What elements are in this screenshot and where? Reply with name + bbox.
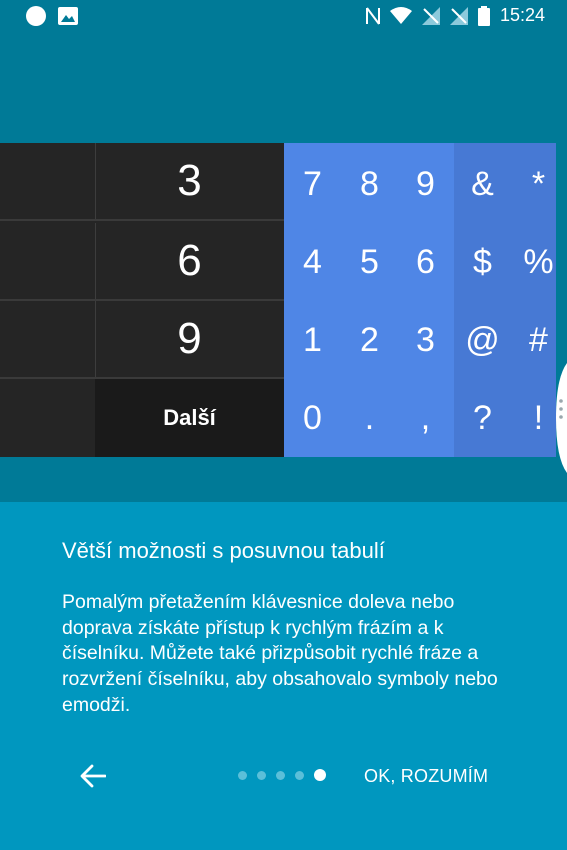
dark-key-blank [0, 379, 95, 457]
back-button[interactable] [76, 760, 110, 792]
keypad-key: , [420, 398, 431, 437]
keypad-key: 2 [360, 320, 379, 359]
circle-notification-icon [26, 6, 46, 26]
status-left [26, 6, 78, 26]
dark-key-row: 3 [0, 143, 284, 221]
status-bar: 15:24 [0, 0, 567, 33]
keypad-key: 7 [303, 164, 322, 203]
keypad-key: 4 [303, 242, 322, 281]
page-title: Větší možnosti s posuvnou tabulí [62, 538, 385, 563]
keypad-key: 6 [416, 242, 435, 281]
next-key: Další [95, 379, 284, 457]
dark-key: 9 [177, 314, 202, 363]
status-time: 15:24 [499, 5, 545, 25]
page-dot [257, 770, 266, 780]
dark-key: 3 [177, 156, 202, 205]
keypad-key: 9 [416, 164, 435, 203]
page-indicator [238, 769, 326, 781]
dark-key-blank [0, 223, 96, 299]
keypad-key: 1 [303, 320, 322, 359]
wifi-icon [389, 6, 412, 24]
page-dot [295, 770, 304, 780]
dark-key-row: 6 [0, 223, 284, 301]
keypad-key: @ [465, 320, 500, 359]
drag-handle-icon[interactable] [556, 363, 567, 473]
keypad-key: * [531, 164, 546, 203]
nfc-icon [365, 6, 380, 25]
keypad-key: 5 [360, 242, 379, 281]
keypad-key: % [523, 242, 554, 281]
keypad-key: . [364, 398, 375, 437]
keypad-key: 0 [303, 398, 322, 437]
ok-button[interactable]: OK, ROZUMÍM [364, 766, 488, 787]
dark-keypad: 3 6 9 Další [0, 143, 284, 457]
keypad-key: 8 [360, 164, 379, 203]
keyboard-illustration: 3 6 9 Další 7 8 9 & * 4 5 6 $ % 1 2 3 @ … [0, 143, 556, 457]
no-signal-icon [421, 6, 440, 25]
dark-key-blank [0, 143, 96, 219]
no-signal-icon [449, 6, 468, 25]
keypad-key: & [471, 164, 494, 203]
dark-key-row: 9 [0, 301, 284, 379]
status-right: 15:24 [365, 5, 545, 26]
keypad-key: $ [473, 242, 492, 281]
page-dot-active [314, 769, 326, 781]
numeric-keypad: 7 8 9 & * 4 5 6 $ % 1 2 3 @ # 0 . , ? ! [284, 143, 556, 457]
page-dot [238, 770, 247, 780]
arrow-left-icon [80, 764, 106, 788]
keypad-key: 3 [416, 320, 435, 359]
dark-key: 6 [177, 236, 202, 285]
battery-icon [477, 5, 490, 26]
page-dot [276, 770, 285, 780]
keyboard-preview-panel: 3 6 9 Další 7 8 9 & * 4 5 6 $ % 1 2 3 @ … [0, 33, 567, 502]
dark-key-row: Další [0, 379, 284, 457]
keypad-key: ? [473, 398, 492, 437]
dark-key-blank [0, 301, 96, 377]
image-notification-icon [58, 7, 78, 25]
description-text: Pomalým přetažením klávesnice doleva neb… [62, 591, 498, 716]
